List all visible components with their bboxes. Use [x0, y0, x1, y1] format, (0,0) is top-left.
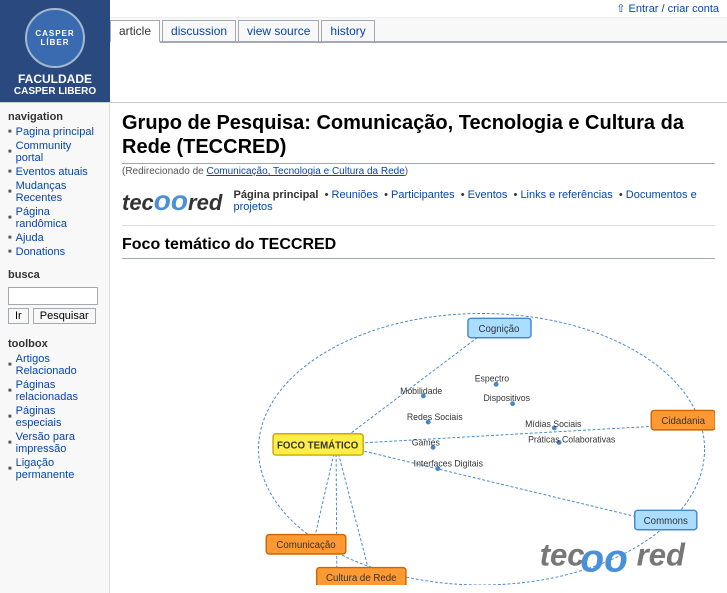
bottom-logo-red: red — [637, 538, 686, 573]
sidebar-item-artigos[interactable]: Artigos Relacionado — [0, 352, 109, 378]
page-title: Grupo de Pesquisa: Comunicação, Tecnolog… — [122, 111, 715, 164]
tab-view-source[interactable]: view source — [238, 20, 319, 41]
search-input[interactable] — [8, 287, 98, 305]
teccred-header-logo: tecoored — [122, 185, 218, 217]
sidebar-item-versao-impressao[interactable]: Versão para impressão — [0, 430, 109, 456]
network-svg: FOCO TEMÁTICO Cognição Cidadania Commons — [122, 265, 715, 585]
sidebar-item-donations[interactable]: Donations — [0, 245, 109, 259]
sidebar-navigation-title: navigation — [0, 107, 109, 125]
label-interfaces: Interfaces Digitais — [414, 459, 484, 469]
teccred-nav-participantes[interactable]: Participantes — [391, 189, 455, 201]
sidebar-item-paginas-especiais[interactable]: Páginas especiais — [0, 404, 109, 430]
label-dispositivos: Dispositivos — [483, 393, 530, 403]
label-midias-sociais: Mídias Sociais — [525, 419, 582, 429]
sidebar-item-pagina-principal[interactable]: Pagina principal — [0, 125, 109, 139]
sidebar-item-eventos-atuais[interactable]: Eventos atuais — [0, 165, 109, 179]
logo-area: CASPERLÍBER FACULDADE CASPER LIBERO — [0, 0, 110, 102]
sidebar-toolbox-title: toolbox — [0, 334, 109, 352]
search-ir-button[interactable]: Ir — [8, 308, 29, 324]
logo-circle: CASPERLÍBER — [25, 8, 85, 68]
search-pesquisar-button[interactable]: Pesquisar — [33, 308, 96, 324]
bottom-logo-oo: oo — [580, 538, 627, 581]
node-foco-tematico-label: FOCO TEMÁTICO — [277, 441, 359, 452]
node-cultura-rede-label: Cultura de Rede — [326, 574, 397, 585]
logo-inner-text: CASPERLÍBER — [35, 29, 74, 47]
sidebar: navigation Pagina principal Community po… — [0, 103, 110, 593]
sidebar-item-paginas-relacionadas[interactable]: Páginas relacionadas — [0, 378, 109, 404]
teccred-nav-links[interactable]: Links e referências — [520, 189, 612, 201]
redirect-link[interactable]: Comunicação, Tecnologia e Cultura da Red… — [207, 166, 405, 177]
tab-history[interactable]: history — [321, 20, 374, 41]
teccred-nav-reunioes[interactable]: Reuniões — [332, 189, 378, 201]
sidebar-item-mudancas[interactable]: Mudanças Recentes — [0, 179, 109, 205]
sidebar-search-area: Ir Pesquisar — [0, 283, 109, 328]
sidebar-item-community-portal[interactable]: Community portal — [0, 139, 109, 165]
section-title: Foco temático do TECCRED — [122, 236, 715, 259]
teccred-nav-eventos[interactable]: Eventos — [468, 189, 508, 201]
logo-text: FACULDADE CASPER LIBERO — [14, 72, 96, 98]
node-cognicao-label: Cognição — [479, 324, 520, 335]
teccred-nav: Página principal • Reuniões • Participan… — [234, 189, 715, 213]
label-espectro: Espectro — [475, 374, 510, 384]
network-diagram: FOCO TEMÁTICO Cognição Cidadania Commons — [122, 265, 715, 585]
tabs-bar: article discussion view source history — [110, 18, 727, 43]
main-right: ⇧ Entrar / criar conta article discussio… — [110, 0, 727, 102]
sidebar-item-ajuda[interactable]: Ajuda — [0, 231, 109, 245]
tab-article[interactable]: article — [110, 20, 160, 43]
node-commons-label: Commons — [644, 516, 688, 527]
redirect-notice: (Redirecionado de Comunicação, Tecnologi… — [122, 166, 715, 177]
node-comunicacao-label: Comunicação — [276, 541, 335, 552]
node-cidadania-label: Cidadania — [661, 416, 705, 427]
label-mobilidade: Mobilidade — [400, 386, 442, 396]
top-right-login[interactable]: ⇧ Entrar / criar conta — [110, 0, 727, 18]
label-games: Games — [412, 438, 441, 448]
teccred-nav-pagina-principal: Página principal — [234, 189, 319, 201]
bottom-logo-text: tec — [540, 538, 585, 573]
label-praticas: Práticas Colaborativas — [528, 435, 616, 445]
main-content: Grupo de Pesquisa: Comunicação, Tecnolog… — [110, 103, 727, 593]
sidebar-item-ligacao-permanente[interactable]: Ligação permanente — [0, 456, 109, 482]
teccred-header: tecoored Página principal • Reuniões • P… — [122, 185, 715, 226]
login-link[interactable]: Entrar / criar conta — [629, 3, 719, 15]
sidebar-search-title: busca — [0, 265, 109, 283]
label-redes-sociais: Redes Sociais — [407, 413, 463, 423]
tab-discussion[interactable]: discussion — [162, 20, 236, 41]
sidebar-item-pagina-randomica[interactable]: Página randômica — [0, 205, 109, 231]
